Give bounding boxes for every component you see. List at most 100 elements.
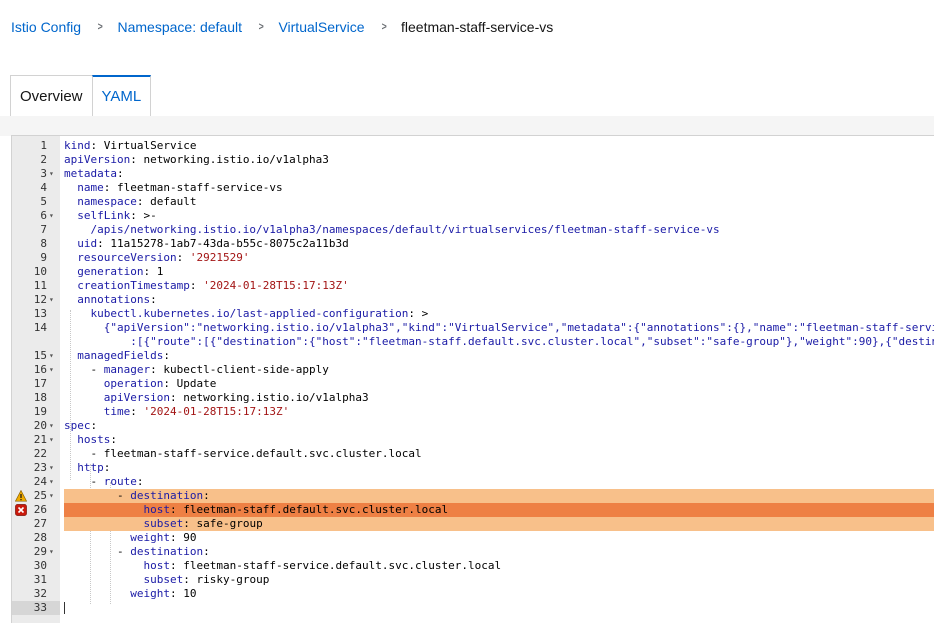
warning-icon[interactable] [15,490,27,502]
editor-line[interactable]: 31 subset: risky-group [12,573,934,587]
editor-line[interactable]: 2 apiVersion: networking.istio.io/v1alpha… [12,153,934,167]
editor-line[interactable]: 18 apiVersion: networking.istio.io/v1alp… [12,391,934,405]
editor-line[interactable]: 3 ▾ metadata: [12,167,934,181]
line-code: :[{"route":[{"destination":{"host":"flee… [64,335,934,348]
fold-toggle-icon[interactable]: ▾ [49,363,54,377]
line-number: 33 [12,601,47,615]
line-code: apiVersion: networking.istio.io/v1alpha3 [103,391,369,404]
line-code: metadata: [64,167,124,180]
line-number: 8 [40,237,47,250]
editor-line[interactable]: 20 ▾ spec: [12,419,934,433]
line-code: http: [77,461,111,474]
editor-line[interactable]: 11 creationTimestamp: '2024-01-28T15:17:… [12,279,934,293]
editor-line[interactable]: 26 host: fleetman-staff.default.svc.clus… [12,503,934,517]
line-number: 9 [40,251,47,264]
editor-line[interactable]: 32 weight: 10 [12,587,934,601]
editor-lines[interactable]: 1 kind: VirtualService 2 apiVersion: networ… [12,139,934,615]
line-code: operation: Update [103,377,217,390]
editor-line[interactable]: 8 uid: 11a15278-1ab7-43da-b55c-8075c2a11… [12,237,934,251]
editor-line[interactable]: 24 ▾ - route: [12,475,934,489]
editor-line[interactable]: 15 ▾ managedFields: [12,349,934,363]
tab-yaml[interactable]: YAML [91,75,152,116]
fold-toggle-icon[interactable]: ▾ [49,475,54,489]
tab-overview[interactable]: Overview [10,75,92,116]
fold-toggle-icon[interactable]: ▾ [49,293,54,307]
breadcrumb-istio-config[interactable]: Istio Config [11,19,81,35]
line-number: 6 [40,209,47,222]
chevron-right-icon: > [258,21,264,33]
editor-line[interactable]: 17 operation: Update [12,377,934,391]
tab-bar: Overview YAML [10,75,152,116]
line-number: 24 [33,475,47,488]
editor-line[interactable]: 14 {"apiVersion":"networking.istio.io/v1… [12,321,934,335]
breadcrumb-current: fleetman-staff-service-vs [401,19,554,35]
editor-line[interactable]: 28 weight: 90 [12,531,934,545]
line-number: 30 [33,559,47,572]
fold-toggle-icon[interactable]: ▾ [49,433,54,447]
editor-line[interactable]: 7 /apis/networking.istio.io/v1alpha3/nam… [12,223,934,237]
line-number: 28 [33,531,47,544]
fold-toggle-icon[interactable]: ▾ [49,419,54,433]
line-code: host: fleetman-staff.default.svc.cluster… [143,503,449,516]
line-number: 4 [40,181,47,194]
line-code: weight: 10 [130,587,197,600]
line-number: 31 [33,573,47,586]
editor-line[interactable]: 29 ▾ - destination: [12,545,934,559]
line-number: 3 [40,167,47,180]
editor-line[interactable]: 21 ▾ hosts: [12,433,934,447]
line-code: selfLink: >- [77,209,157,222]
fold-toggle-icon[interactable]: ▾ [49,167,54,181]
line-number: 18 [33,391,47,404]
line-code: spec: [64,419,98,432]
line-code: {"apiVersion":"networking.istio.io/v1alp… [64,321,934,334]
editor-line[interactable]: 25 ▾ - destination: [12,489,934,503]
line-code: /apis/networking.istio.io/v1alpha3/names… [64,223,720,236]
line-number: 5 [40,195,47,208]
line-number: 21 [33,433,47,446]
line-number: 22 [33,447,47,460]
fold-toggle-icon[interactable]: ▾ [49,545,54,559]
editor-line[interactable]: 27 subset: safe-group [12,517,934,531]
line-number: 20 [33,419,47,432]
editor-line[interactable]: 23 ▾ http: [12,461,934,475]
editor-line[interactable]: 13 kubectl.kubernetes.io/last-applied-co… [12,307,934,321]
breadcrumb-namespace[interactable]: Namespace: default [117,19,242,35]
fold-toggle-icon[interactable]: ▾ [49,489,54,503]
editor-line[interactable]: 30 host: fleetman-staff-service.default.… [12,559,934,573]
editor-line[interactable]: 16 ▾ - manager: kubectl-client-side-apply [12,363,934,377]
editor-line[interactable]: 19 time: '2024-01-28T15:17:13Z' [12,405,934,419]
line-number: 19 [33,405,47,418]
editor-line[interactable]: 6 ▾ selfLink: >- [12,209,934,223]
line-number: 16 [33,363,47,376]
line-number: 23 [33,461,47,474]
line-code: annotations: [77,293,157,306]
editor-line[interactable]: :[{"route":[{"destination":{"host":"flee… [12,335,934,349]
editor-line[interactable]: 12 ▾ annotations: [12,293,934,307]
editor-line[interactable]: 5 namespace: default [12,195,934,209]
editor-line[interactable]: 22 - fleetman-staff-service.default.svc.… [12,447,934,461]
breadcrumb-virtualservice[interactable]: VirtualService [278,19,364,35]
editor-line[interactable]: 1 kind: VirtualService [12,139,934,153]
line-number: 7 [40,223,47,236]
fold-toggle-icon[interactable]: ▾ [49,461,54,475]
fold-toggle-icon[interactable]: ▾ [49,209,54,223]
line-code: - manager: kubectl-client-side-apply [64,363,329,376]
line-code: namespace: default [77,195,197,208]
yaml-editor[interactable]: 1 kind: VirtualService 2 apiVersion: networ… [11,135,934,623]
editor-line[interactable]: 4 name: fleetman-staff-service-vs [12,181,934,195]
editor-line[interactable]: 10 generation: 1 [12,265,934,279]
line-number: 29 [33,545,47,558]
chevron-right-icon: > [97,21,103,33]
line-number: 13 [33,307,47,320]
line-code: hosts: [77,433,117,446]
line-code: kubectl.kubernetes.io/last-applied-confi… [90,307,429,320]
line-code: name: fleetman-staff-service-vs [77,181,283,194]
error-icon[interactable] [15,504,27,516]
editor-line[interactable]: 9 resourceVersion: '2921529' [12,251,934,265]
editor-line[interactable]: 33 [12,601,934,615]
line-number: 10 [33,265,47,278]
line-number: 12 [33,293,47,306]
line-code: kind: VirtualService [64,139,197,152]
fold-toggle-icon[interactable]: ▾ [49,349,54,363]
line-number: 1 [40,139,47,152]
